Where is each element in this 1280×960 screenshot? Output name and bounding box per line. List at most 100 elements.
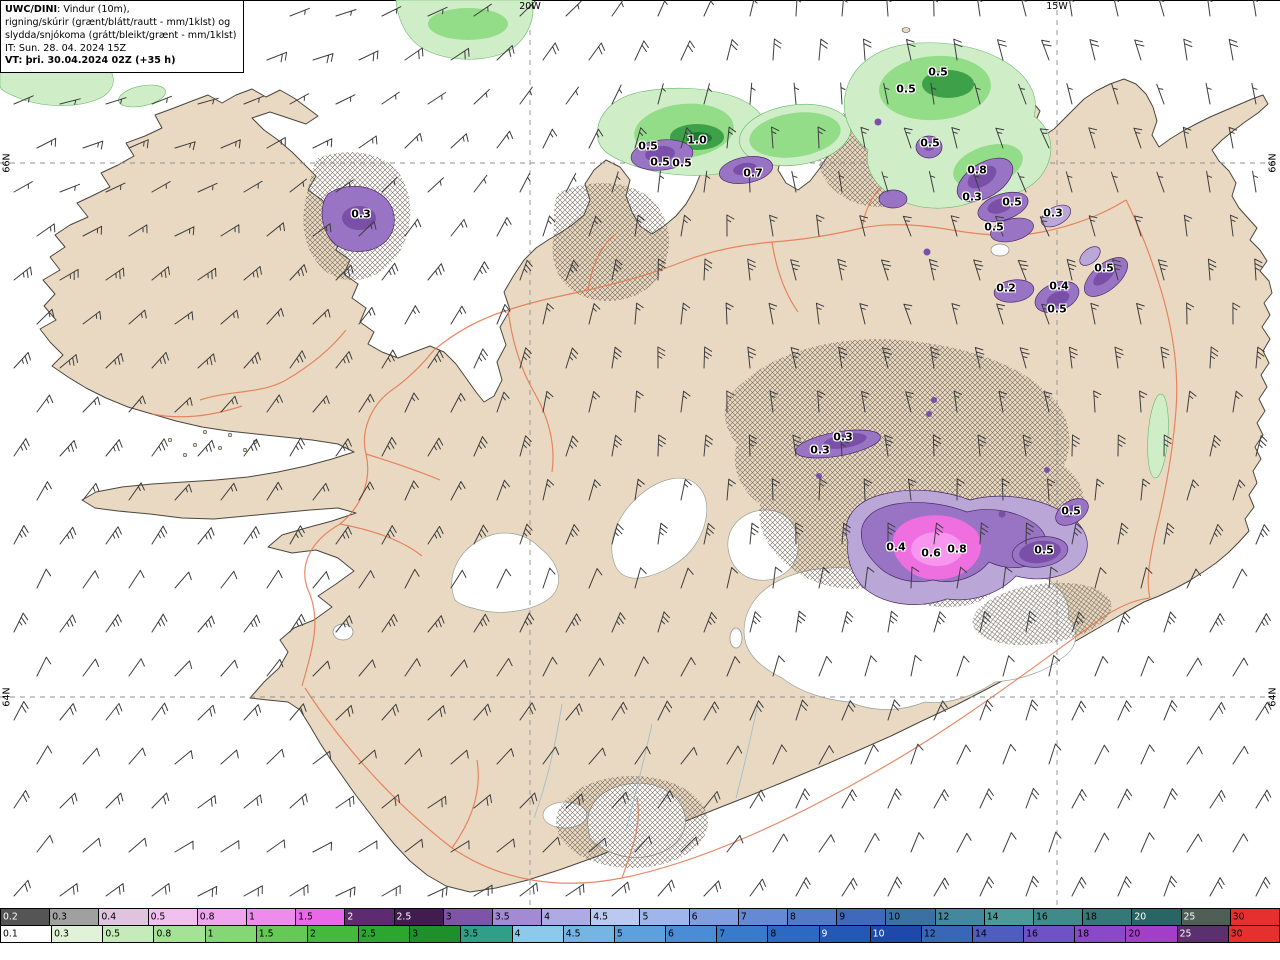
colorbar-legend: 0.2 0.3 0.4 0.5 0.8 1 1.5 2 2.5 3 3.5 4 4.5 5 6 7 8 9 10 12…: [0, 908, 1280, 943]
colorbar-segment: 30: [1230, 909, 1280, 925]
colorbar-segment: 0.8: [154, 926, 206, 942]
colorbar-segment: 2.5: [394, 909, 444, 925]
colorbar-value: 1: [248, 911, 255, 923]
colorbar-value: 3.5: [463, 928, 479, 940]
colorbar-value: 0.4: [101, 911, 117, 923]
lon-label-15w: 15W: [1046, 1, 1068, 12]
colorbar-segment: 5: [614, 926, 667, 942]
colorbar-value: 0.3: [54, 928, 69, 940]
colorbar-segment: 0.3: [52, 926, 104, 942]
colorbar-value: 7: [719, 928, 726, 940]
colorbar-segment: 2: [345, 909, 395, 925]
colorbar-value: 1.5: [298, 911, 313, 923]
grimsey-island: [901, 27, 911, 33]
colorbar-segment: 18: [1083, 909, 1133, 925]
colorbar-value: 2: [309, 928, 316, 940]
lat-label-66n-right: 66N: [1267, 153, 1279, 173]
colorbar-segment: 1: [205, 926, 257, 942]
colorbar-segment: 0.3: [50, 909, 100, 925]
colorbar-value: 0.1: [3, 928, 18, 940]
valid-time: VT: þri. 30.04.2024 02Z (+35 h): [5, 55, 176, 67]
colorbar-segment: 10: [870, 926, 922, 942]
colorbar-segment: 20: [1132, 909, 1182, 925]
colorbar-value: 8: [790, 911, 796, 923]
lat-label-66n-left: 66N: [1, 153, 13, 173]
colorbar-segment: 14: [972, 926, 1025, 942]
colorbar-value: 4: [514, 928, 521, 940]
colorbar-value: 18: [1077, 928, 1090, 940]
colorbar-segment: 3: [443, 909, 493, 925]
colorbar-value: 9: [821, 928, 828, 940]
colorbar-segment: 3: [410, 926, 462, 942]
colorbar-value: 14: [974, 928, 987, 940]
colorbar-value: 8: [770, 928, 777, 940]
colorbar-value: 25: [1183, 911, 1196, 923]
lat-label-64n-left: 64N: [1, 687, 13, 707]
colorbar-segment: 0.1: [1, 926, 53, 942]
colorbar-segment: 8: [788, 909, 838, 925]
colorbar-value: 1.5: [258, 928, 274, 940]
colorbar-value: 16: [1026, 928, 1038, 940]
lon-label-20w: 20W: [519, 1, 541, 12]
colorbar-value: 10: [872, 928, 885, 940]
colorbar-segment: 4: [542, 909, 592, 925]
colorbar-segment: 14: [984, 909, 1034, 925]
colorbar-segment: 4: [512, 926, 564, 942]
colorbar-segment: 1.5: [296, 909, 346, 925]
colorbar-segment: 18: [1075, 926, 1127, 942]
colorbar-value: 5: [642, 911, 649, 923]
colorbar-segment: 0.2: [1, 909, 51, 925]
colorbar-segment: 16: [1024, 926, 1076, 942]
colorbar-segment: 9: [837, 909, 887, 925]
init-time: IT: Sun. 28. 04. 2024 15Z: [5, 42, 127, 54]
colorbar-value: 12: [923, 928, 936, 940]
colorbar-segment: 8: [768, 926, 820, 942]
colorbar-segment: 6: [689, 909, 739, 925]
colorbar-segment: 30: [1228, 926, 1280, 942]
colorbar-rain: 0.1 0.3 0.5 0.8 1 1.5 2 2.5 3 3.5 4 4.5 5 6 7 8 9 10 12 14 1…: [0, 926, 1280, 943]
colorbar-value: 0.3: [52, 911, 67, 923]
colorbar-segment: 7: [738, 909, 788, 925]
colorbar-segment: 9: [819, 926, 871, 942]
colorbar-sleet-snow: 0.2 0.3 0.4 0.5 0.8 1 1.5 2 2.5 3 3.5 4 4.5 5 6 7 8 9 10 12…: [0, 909, 1280, 926]
colorbar-segment: 4.5: [563, 926, 615, 942]
lat-label-64n-right: 64N: [1267, 687, 1279, 707]
colorbar-segment: 1: [246, 909, 297, 925]
colorbar-segment: 2.5: [359, 926, 411, 942]
colorbar-segment: 7: [717, 926, 769, 942]
colorbar-value: 4.5: [565, 928, 581, 940]
legend-rain-line: rigning/skúrir (grænt/blátt/rautt - mm/1…: [5, 16, 231, 28]
colorbar-value: 3.5: [494, 911, 510, 923]
colorbar-segment: 2: [307, 926, 360, 942]
info-line-1: UWC/DINI: Vindur (10m),: [5, 4, 237, 17]
colorbar-value: 2: [347, 911, 354, 923]
colorbar-segment: 5: [640, 909, 690, 925]
colorbar-value: 30: [1230, 928, 1243, 940]
weather-forecast-map-page: 0.5 1.0 0.5 0.5 0.7 0.5 0.5 0.5 0.8 0.3 0.5 0.5 0.3 0…: [0, 0, 1280, 960]
colorbar-segment: 25: [1181, 909, 1231, 925]
colorbar-value: 20: [1128, 928, 1141, 940]
colorbar-value: 18: [1085, 911, 1097, 923]
colorbar-value: 4: [544, 911, 550, 923]
colorbar-value: 10: [888, 911, 901, 923]
colorbar-segment: 4.5: [591, 909, 641, 925]
colorbar-value: 12: [937, 911, 950, 923]
map-area: 0.5 1.0 0.5 0.5 0.7 0.5 0.5 0.5 0.8 0.3 0.5 0.5 0.3 0…: [0, 0, 1280, 908]
legend-sleet-line: slydda/snjókoma (grátt/bleikt/grænt - mm…: [5, 29, 237, 41]
colorbar-value: 6: [668, 928, 674, 940]
colorbar-value: 4.5: [593, 911, 609, 923]
colorbar-segment: 12: [935, 909, 985, 925]
colorbar-segment: 1.5: [256, 926, 308, 942]
colorbar-value: 3: [445, 911, 452, 923]
colorbar-segment: 6: [666, 926, 718, 942]
colorbar-value: 14: [986, 911, 999, 923]
colorbar-value: 6: [691, 911, 698, 923]
colorbar-segment: 25: [1177, 926, 1229, 942]
colorbar-value: 5: [616, 928, 623, 940]
colorbar-value: 3: [412, 928, 419, 940]
colorbar-value: 20: [1134, 911, 1147, 923]
colorbar-value: 2.5: [361, 928, 376, 940]
model-name: UWC/DINI: [5, 4, 58, 15]
colorbar-value: 30: [1232, 911, 1245, 923]
colorbar-segment: 20: [1126, 926, 1178, 942]
